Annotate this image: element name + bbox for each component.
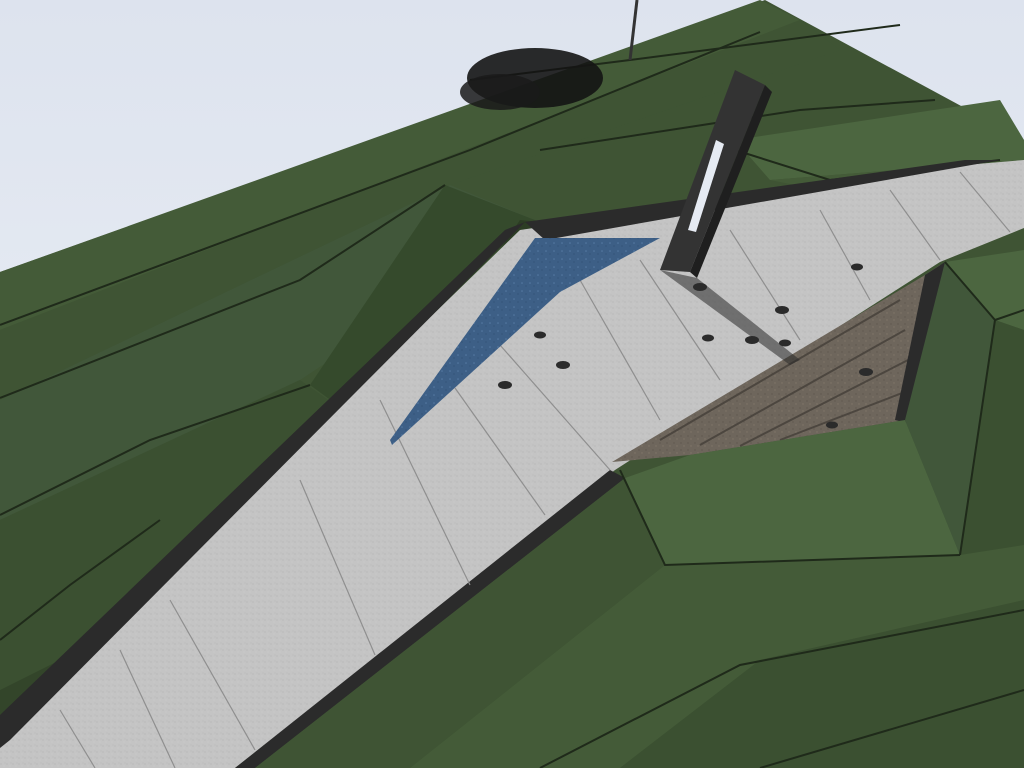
person-figure [702, 334, 714, 342]
person-figure [779, 339, 791, 347]
person-figure [534, 331, 546, 339]
person-figure [826, 421, 838, 429]
tree-canopy [460, 74, 540, 110]
person-figure [556, 361, 570, 369]
person-figure [745, 336, 759, 344]
person-figure [498, 381, 512, 389]
person-figure [851, 263, 863, 271]
architectural-render-scene [0, 0, 1024, 768]
person-figure [859, 368, 873, 376]
person-figure [693, 283, 707, 291]
person-figure [775, 306, 789, 314]
